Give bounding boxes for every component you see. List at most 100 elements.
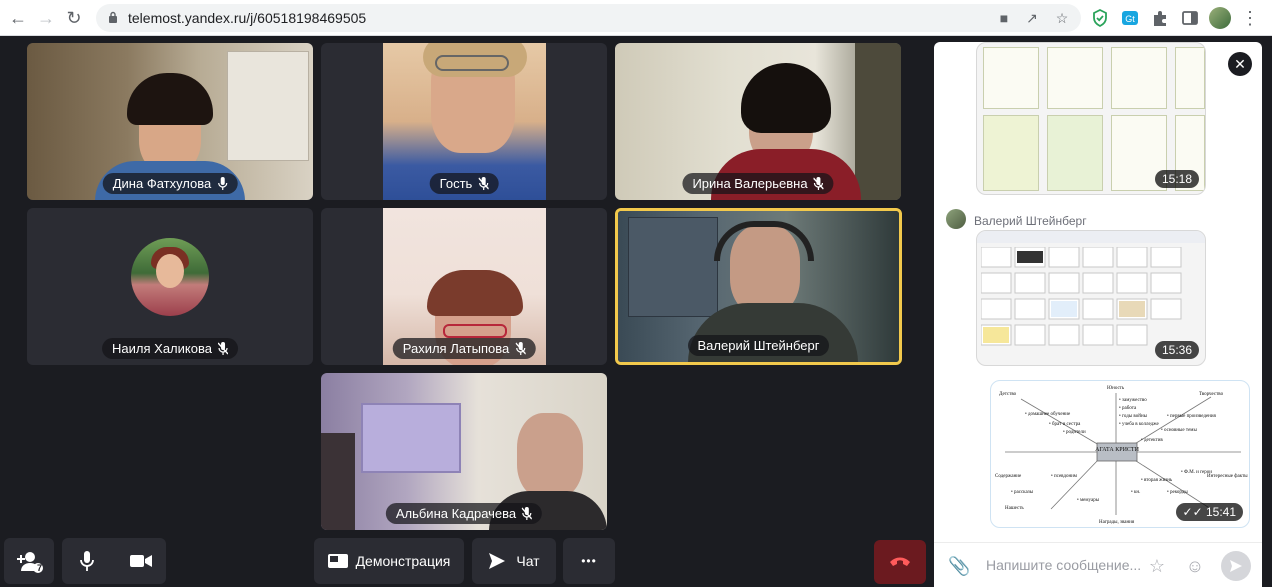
lock-icon — [109, 11, 117, 23]
participant-tile-active-speaker[interactable]: Валерий Штейнберг — [615, 208, 902, 365]
participant-tile[interactable]: Альбина Кадрачева — [321, 373, 607, 530]
reload-icon[interactable]: ↻ — [64, 8, 84, 28]
screen-share-button[interactable]: Демонстрация — [314, 538, 464, 584]
shield-check-icon[interactable] — [1090, 8, 1110, 28]
microphone-toggle-icon[interactable] — [80, 551, 94, 571]
participant-name-pill: Гость — [429, 173, 499, 194]
participants-count: 7 — [37, 563, 43, 573]
diagram-center-label: АГАТА КРИСТИ — [1095, 447, 1139, 453]
more-options-button[interactable]: ••• — [563, 538, 615, 584]
participant-name: Наиля Халикова — [112, 341, 212, 356]
chat-button[interactable]: Чат — [472, 538, 556, 584]
diagram-label: Интересные факты — [1207, 474, 1248, 479]
address-bar[interactable]: telemost.yandex.ru/j/60518198469505 ■ ↗ … — [96, 4, 1081, 32]
participant-tile[interactable]: Рахиля Латыпова — [321, 208, 607, 365]
back-icon[interactable]: ← — [8, 8, 28, 28]
participant-tile[interactable]: Наиля Халикова — [27, 208, 313, 365]
diagram-label: • работа — [1119, 406, 1137, 411]
diagram-label: • первые произведения — [1167, 414, 1217, 419]
participant-name-pill: Наиля Халикова — [102, 338, 238, 359]
diagram-label: • псевдоним — [1051, 474, 1078, 479]
diagram-label: Нашесть — [1005, 506, 1024, 511]
send-arrow-icon — [489, 553, 506, 569]
participant-name: Валерий Штейнберг — [697, 338, 820, 353]
microphone-muted-icon — [813, 177, 824, 190]
participant-name-pill: Ирина Валерьевна — [682, 173, 834, 194]
hang-up-icon — [890, 557, 910, 566]
microphone-muted-icon — [515, 342, 526, 355]
share-icon[interactable]: ↗ — [1024, 10, 1040, 26]
close-icon[interactable]: ✕ — [1228, 52, 1252, 76]
diagram-label: • родители — [1063, 430, 1086, 435]
translate-extension-icon[interactable]: Gt — [1120, 8, 1140, 28]
diagram-label: • учеба в колледже — [1119, 422, 1160, 427]
paperclip-icon[interactable]: 📎 — [948, 555, 970, 577]
participant-name: Альбина Кадрачева — [395, 506, 517, 521]
microphone-muted-icon — [478, 177, 489, 190]
diagram-label: • мемуары — [1077, 498, 1100, 503]
diagram-label: Содержание — [995, 474, 1022, 479]
diagram-label: • Ф.М. и герои — [1181, 470, 1212, 475]
emoji-icon[interactable]: ☺ — [1184, 555, 1206, 577]
camera-toggle-icon[interactable] — [130, 553, 152, 569]
screen-share-label: Демонстрация — [355, 553, 451, 569]
participant-name-pill: Дина Фатхулова — [102, 173, 238, 194]
send-button[interactable] — [1221, 551, 1251, 581]
message-time-read: ✓✓ 15:41 — [1175, 503, 1243, 521]
screen-share-icon — [327, 554, 348, 568]
diagram-label: • домашнее обучение — [1025, 412, 1071, 417]
participant-name: Дина Фатхулова — [112, 176, 212, 191]
participant-tile[interactable]: Гость — [321, 43, 607, 200]
svg-text:Gt: Gt — [1125, 14, 1135, 24]
diagram-label: • кн. — [1131, 490, 1140, 495]
sender-avatar — [946, 209, 966, 229]
sender-name: Валерий Штейнберг — [974, 214, 1087, 228]
double-check-icon: ✓✓ — [1182, 505, 1203, 519]
diagram-label: Награды, звания — [1099, 520, 1135, 525]
diagram-label: Юность — [1107, 386, 1125, 391]
diagram-label: • рекорды — [1167, 490, 1188, 495]
chat-image-message[interactable]: 15:18 — [976, 42, 1206, 195]
participant-tile[interactable]: Дина Фатхулова — [27, 43, 313, 200]
add-participant-button[interactable]: 7 — [4, 538, 54, 584]
diagram-label: Детство — [999, 392, 1017, 397]
camera-icon[interactable]: ■ — [996, 10, 1012, 26]
participant-name-pill: Рахиля Латыпова — [392, 338, 536, 359]
url-text: telemost.yandex.ru/j/60518198469505 — [128, 10, 367, 26]
participant-name: Ирина Валерьевна — [692, 176, 808, 191]
microphone-icon — [217, 177, 227, 190]
diagram-label: • годы войны — [1119, 414, 1148, 419]
side-panel-icon[interactable] — [1180, 8, 1200, 28]
browser-toolbar: ← → ↻ telemost.yandex.ru/j/6051819846950… — [0, 0, 1272, 36]
diagram-label: • основные темы — [1161, 428, 1197, 433]
star-icon[interactable]: ☆ — [1146, 555, 1168, 577]
more-icon: ••• — [581, 554, 597, 568]
profile-avatar[interactable] — [1209, 7, 1231, 29]
diagram-label: • рассказы — [1011, 490, 1034, 495]
participant-tile[interactable]: Ирина Валерьевна — [615, 43, 901, 200]
bookmark-star-icon[interactable]: ☆ — [1054, 10, 1070, 26]
forward-icon[interactable]: → — [36, 8, 56, 28]
participant-avatar — [131, 238, 209, 316]
message-time: 15:41 — [1205, 505, 1236, 519]
microphone-muted-icon — [217, 342, 228, 355]
chat-image-message[interactable]: 15:36 — [976, 230, 1206, 366]
participant-name: Рахиля Латыпова — [402, 341, 510, 356]
diagram-label: • вторая жизнь — [1141, 478, 1173, 483]
microphone-muted-icon — [522, 507, 533, 520]
diagram-label: • детектив — [1141, 438, 1163, 443]
participant-name-pill: Валерий Штейнберг — [687, 335, 830, 356]
end-call-button[interactable] — [874, 540, 926, 584]
media-controls — [62, 538, 166, 584]
chat-label: Чат — [516, 553, 540, 569]
participant-name-pill: Альбина Кадрачева — [385, 503, 543, 524]
chat-panel: ✕ 15:18 Валерий Штейнберг 15:36 АГАТА КР… — [934, 42, 1262, 587]
send-icon — [1230, 560, 1242, 572]
kebab-menu-icon[interactable]: ⋮ — [1240, 8, 1260, 28]
chat-image-message-own[interactable]: АГАТА КРИСТИ Детство Юность Творчество С… — [990, 380, 1250, 528]
puzzle-extensions-icon[interactable] — [1150, 8, 1170, 28]
diagram-label: • брат и сестра — [1049, 422, 1081, 427]
diagram-label: • замужество — [1119, 398, 1147, 403]
message-time: 15:36 — [1154, 341, 1199, 359]
message-input[interactable]: Напишите сообщение... — [986, 557, 1141, 573]
